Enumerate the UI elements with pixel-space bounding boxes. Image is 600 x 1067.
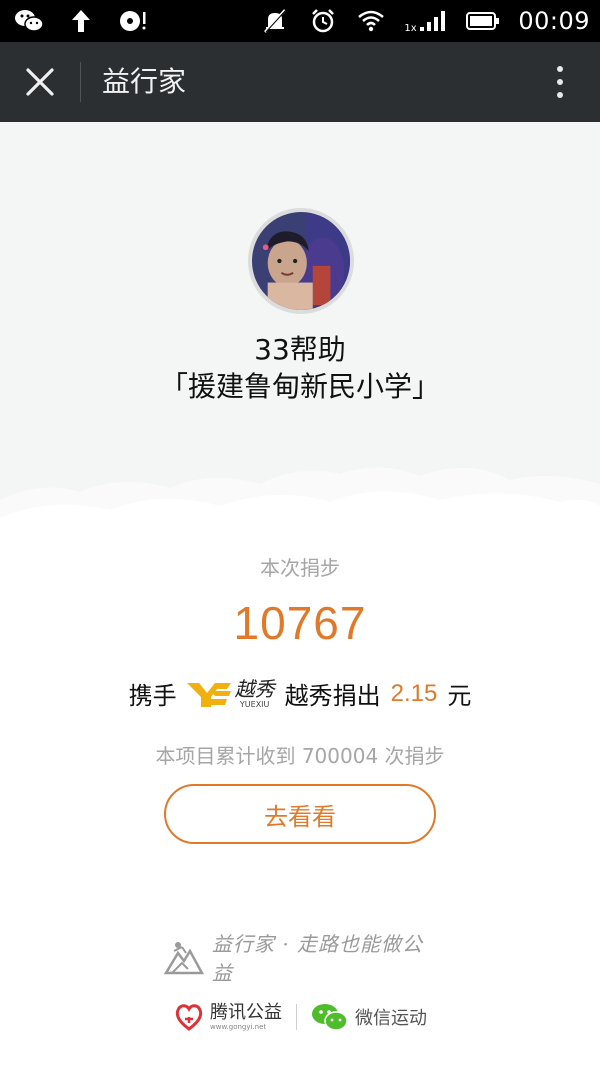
donated-steps-value: 10767 <box>233 597 367 649</box>
donation-amount: 2.15 <box>390 679 438 707</box>
sponsor-line: 携手 越秀 YUEXIU 越秀捐出 2.15 元 <box>0 676 600 711</box>
more-dot <box>557 92 563 98</box>
wechat-sport-logo: 微信运动 <box>311 1002 427 1032</box>
close-button[interactable] <box>20 62 60 102</box>
project-name: 「援建鲁甸新民小学」 <box>159 370 440 403</box>
tencent-charity-text: 腾讯公益 www.gongyi.net <box>210 1001 282 1031</box>
sponsor-middle-text: 越秀捐出 <box>284 682 381 710</box>
tencent-charity-label: 腾讯公益 <box>210 1001 282 1023</box>
wifi-icon <box>356 6 386 36</box>
avatar <box>248 208 354 314</box>
footer-slogan: 益行家 · 走路也能做公益 <box>211 932 424 985</box>
sponsor-prefix: 携手 <box>128 682 177 710</box>
partner-logos: 腾讯公益 www.gongyi.net 微信运动 <box>174 996 434 1038</box>
status-time: 00:09 <box>518 7 590 35</box>
notification-muted-icon <box>260 6 290 36</box>
donated-steps-label: 本次捐步 <box>260 556 340 580</box>
child-photo-image <box>252 212 350 310</box>
mountain-silhouette <box>0 467 600 560</box>
view-project-button[interactable]: 去看看 <box>164 784 436 844</box>
footer-brand: 益行家 · 走路也能做公益 <box>164 932 444 985</box>
yuexiu-logo-text: 越秀 YUEXIU <box>235 679 275 709</box>
heart-icon <box>175 1004 203 1031</box>
page-title: 益行家 <box>102 65 187 98</box>
currency-unit: 元 <box>447 682 472 710</box>
tencent-charity-url: www.gongyi.net <box>210 1022 267 1031</box>
yuexiu-logo-mark-icon <box>186 682 231 707</box>
yuexiu-logo: 越秀 YUEXIU <box>186 679 275 709</box>
wechat-sport-icon <box>312 1004 348 1031</box>
battery-icon <box>466 6 500 36</box>
alarm-icon <box>308 6 338 36</box>
media-icon <box>118 6 148 36</box>
status-bar-left <box>14 6 148 36</box>
title-divider <box>80 62 81 102</box>
wechat-icon <box>14 6 44 36</box>
accumulated-steps-text: 本项目累计收到 700004 次捐步 <box>155 744 445 768</box>
tencent-charity-logo: 腾讯公益 www.gongyi.net <box>174 1003 282 1031</box>
more-dot <box>557 79 563 85</box>
upload-arrow-icon <box>66 6 96 36</box>
wechat-sport-label: 微信运动 <box>355 1008 427 1029</box>
more-menu-button[interactable] <box>550 62 570 102</box>
logo-separator <box>296 1004 297 1030</box>
close-icon <box>26 68 54 96</box>
yuexiu-logo-english: YUEXIU <box>239 699 270 709</box>
project-helper-title: 33帮助 <box>254 333 346 366</box>
status-bar: 1x 00:09 <box>0 0 600 42</box>
network-label: 1x <box>404 23 417 34</box>
signal-icon: 1x <box>404 6 448 36</box>
app-title-bar: 益行家 <box>0 42 600 122</box>
yuexiu-logo-chinese: 越秀 <box>234 676 275 701</box>
yixingjia-logo-icon <box>164 942 204 975</box>
status-bar-right: 1x 00:09 <box>260 6 590 36</box>
more-vertical-icon <box>557 66 563 72</box>
